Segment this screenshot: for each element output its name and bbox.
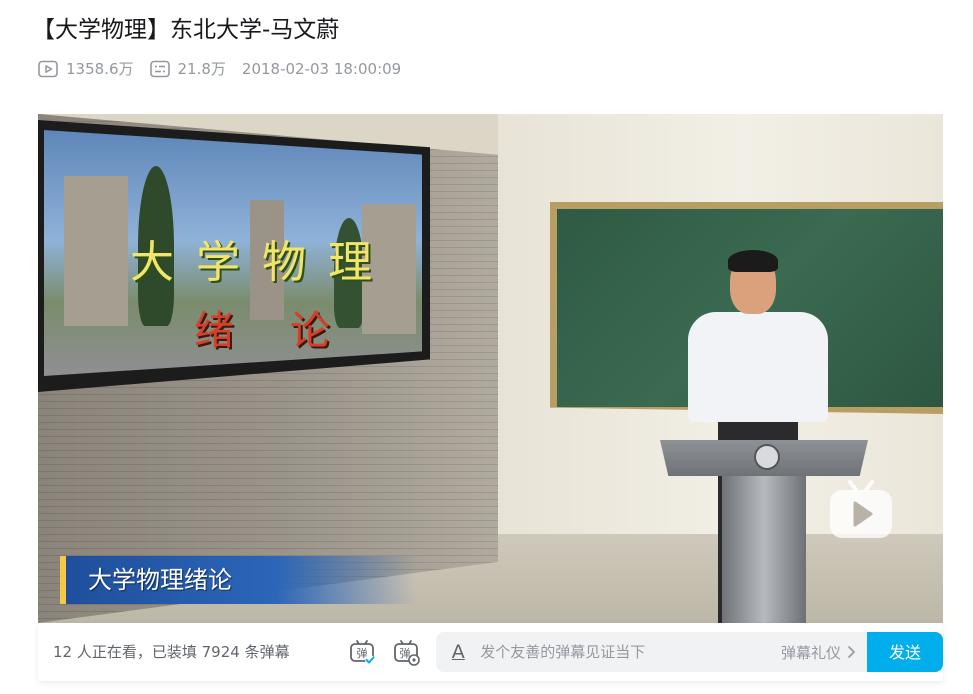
podium-logo <box>754 444 780 470</box>
danmaku-count-icon <box>149 60 170 78</box>
danmaku-count: 21.8万 <box>149 57 226 81</box>
podium-post <box>722 474 806 623</box>
tv-screen: 大学物理 绪论 <box>44 130 422 376</box>
publish-time: 2018-02-03 18:00:09 <box>242 57 401 81</box>
danmaku-etiquette-link[interactable]: 弹幕礼仪 <box>781 642 857 663</box>
screen-title-text: 大学物理 <box>130 237 394 288</box>
play-count-value: 1358.6万 <box>66 60 134 78</box>
video-page: 【大学物理】东北大学-马文蔚 1358.6万 21.8万 2018-02-03 … <box>0 0 973 694</box>
play-count-icon <box>38 60 58 78</box>
send-button[interactable]: 发送 <box>867 632 943 672</box>
screen-subtitle-text: 绪论 <box>194 308 386 354</box>
danmaku-settings-icon[interactable]: 弹 <box>392 638 421 666</box>
danmaku-info: 12 人正在看，已装填 7924 条弹幕 <box>53 643 290 661</box>
lecturer-body <box>688 312 828 422</box>
danmaku-input[interactable] <box>478 632 781 672</box>
chevron-right-icon <box>848 646 855 658</box>
danmaku-etiquette-label: 弹幕礼仪 <box>780 643 841 662</box>
gate-pillar-left <box>64 176 128 326</box>
video-meta: 1358.6万 21.8万 2018-02-03 18:00:09 <box>38 57 417 81</box>
publish-time-value: 2018-02-03 18:00:09 <box>241 60 402 78</box>
play-icon[interactable] <box>826 474 896 544</box>
tv-monitor: 大学物理 绪论 <box>38 120 430 392</box>
caption-text: 大学物理绪论 <box>88 566 232 594</box>
danmaku-input-box: A 弹幕礼仪 发送 <box>436 632 943 672</box>
video-frame: 大学物理 绪论 大学物理绪论 <box>38 114 943 623</box>
danmaku-toggle-icon[interactable]: 弹 <box>348 638 376 666</box>
danmaku-count-value: 21.8万 <box>177 60 226 78</box>
video-player[interactable]: 大学物理 绪论 大学物理绪论 <box>38 114 943 623</box>
danmaku-style-icon[interactable]: A <box>446 640 470 664</box>
video-title: 【大学物理】东北大学-马文蔚 <box>32 17 340 43</box>
lower-third-caption: 大学物理绪论 <box>60 556 416 604</box>
play-count: 1358.6万 <box>38 57 134 81</box>
lecturer-hair <box>728 250 778 272</box>
danmaku-bar: 12 人正在看，已装填 7924 条弹幕 弹 弹 A 发个友善的弹幕见证当下 弹… <box>38 623 943 681</box>
